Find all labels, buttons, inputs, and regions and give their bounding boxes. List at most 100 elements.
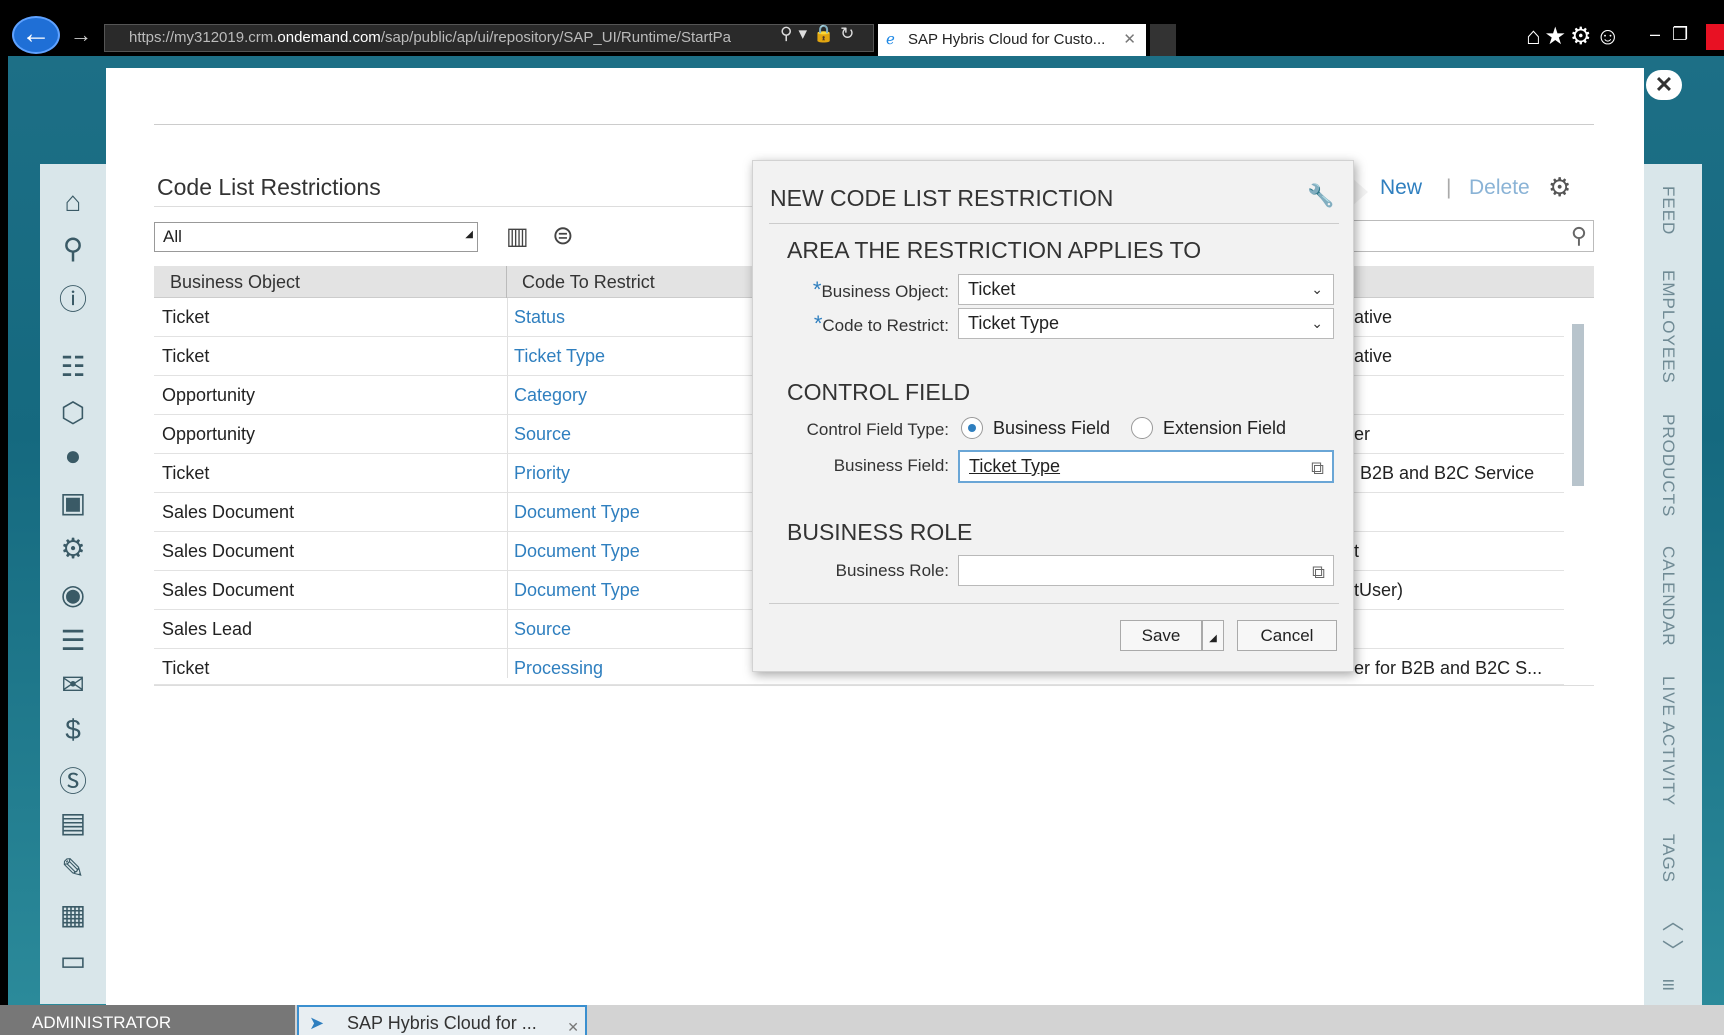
cell-code-link[interactable]: Processing — [514, 658, 603, 679]
chevron-down-icon: ⌄ — [1311, 315, 1323, 331]
page-title: Code List Restrictions — [157, 174, 381, 200]
home-icon[interactable]: ⌂ — [40, 186, 106, 218]
gear-icon[interactable]: ⚙ — [40, 532, 106, 565]
divider — [154, 685, 1594, 686]
org-chart-icon[interactable]: ☷ — [40, 350, 106, 383]
filter-zoom-icon[interactable]: ⊜ — [552, 220, 574, 251]
cancel-button[interactable]: Cancel — [1237, 620, 1337, 651]
save-button[interactable]: Save — [1120, 620, 1202, 651]
cell-extra: tUser) — [1354, 580, 1403, 600]
action-separator: | — [1446, 176, 1452, 199]
new-tab-button[interactable] — [1150, 24, 1176, 56]
search-input[interactable]: ⚲ — [1344, 220, 1594, 252]
business-object-dropdown[interactable]: Ticket ⌄ — [958, 274, 1334, 305]
filter-value: All — [163, 227, 182, 246]
cell-code-link[interactable]: Priority — [514, 463, 570, 484]
new-code-list-restriction-dialog: NEW CODE LIST RESTRICTION 🔧 AREA THE RES… — [752, 160, 1354, 672]
cell-code-link[interactable]: Document Type — [514, 541, 640, 562]
list-icon[interactable]: ≡ — [1662, 972, 1675, 998]
close-task-icon[interactable]: ✕ — [567, 1011, 579, 1035]
value-help-icon[interactable]: ⧉ — [1312, 558, 1325, 587]
close-tab-icon[interactable]: ✕ — [1123, 24, 1136, 56]
value-help-icon[interactable]: ⧉ — [1311, 454, 1324, 483]
dropdown-corner-icon: ◢ — [465, 229, 473, 240]
cell-code-link[interactable]: Source — [514, 619, 571, 640]
forward-arrow-icon[interactable]: → — [70, 22, 92, 48]
dialog-title: NEW CODE LIST RESTRICTION — [770, 185, 1114, 211]
user-circle-icon[interactable]: ◉ — [40, 578, 106, 611]
price-tag-icon[interactable]: ▭ — [40, 944, 106, 977]
right-nav-employees[interactable]: EMPLOYEES — [1658, 270, 1678, 384]
mail-icon[interactable]: ✉ — [40, 668, 106, 701]
taskbar-task-label: SAP Hybris Cloud for ... — [347, 1013, 537, 1033]
person-doc-icon[interactable]: ▤ — [40, 806, 106, 839]
address-bar[interactable]: https://my312019.crm.ondemand.com/sap/pu… — [104, 24, 874, 52]
cell-code-link[interactable]: Ticket Type — [514, 346, 605, 367]
cell-code-link[interactable]: Document Type — [514, 580, 640, 601]
settings-gear-icon[interactable]: ⚙ — [1548, 172, 1571, 203]
table-scrollbar[interactable] — [1572, 324, 1584, 486]
analysis-icon[interactable]: ▣ — [40, 486, 106, 519]
cell-business-object: Opportunity — [162, 385, 256, 405]
extension-field-radio[interactable] — [1131, 417, 1153, 439]
window-controls[interactable]: –❐ — [1650, 24, 1700, 45]
left-nav: ⌂ ⚲ ⓘ ☷ ⬡ ● ▣ ⚙ ◉ ☰ ✉ $ Ⓢ ▤ ✎ ▦ ▭ — [40, 164, 106, 1004]
cell-business-object: Ticket — [162, 307, 210, 327]
chevron-up-icon[interactable]: ︿ — [1662, 904, 1684, 936]
filter-select[interactable]: All ◢ — [154, 222, 478, 252]
dollar-icon[interactable]: Ⓢ — [40, 760, 106, 800]
close-panel-icon[interactable]: ✕ — [1646, 70, 1682, 100]
code-to-restrict-dropdown[interactable]: Ticket Type ⌄ — [958, 308, 1334, 339]
extension-field-radio-label[interactable]: Extension Field — [1163, 418, 1286, 439]
business-object-label: *Business Object: — [783, 277, 949, 303]
play-arrow-icon: ➤ — [309, 1013, 325, 1033]
columns-icon[interactable]: ▥ — [506, 222, 529, 251]
search-icon[interactable]: ⚲ — [40, 232, 106, 265]
cell-code-link[interactable]: Source — [514, 424, 571, 445]
wrench-icon[interactable]: 🔧 — [1307, 183, 1334, 209]
address-bar-icons[interactable]: ⚲▾🔒↻ — [780, 24, 860, 44]
url-prefix: https://my312019.crm. — [129, 29, 278, 46]
delete-button[interactable]: Delete — [1469, 176, 1530, 200]
circle-icon[interactable]: ● — [40, 440, 106, 472]
save-options-icon[interactable]: ◢ — [1202, 620, 1224, 651]
business-field-input[interactable]: Ticket Type ⧉ — [958, 450, 1334, 483]
business-field-radio-label[interactable]: Business Field — [993, 418, 1110, 439]
business-field-label: Business Field: — [833, 456, 949, 475]
business-object-label-text: Business Object: — [821, 282, 949, 301]
browser-tab-title: SAP Hybris Cloud for Custo... — [908, 31, 1106, 48]
taskbar-task[interactable]: ➤ SAP Hybris Cloud for ... ✕ — [297, 1005, 587, 1035]
right-nav-feed[interactable]: FEED — [1658, 186, 1678, 235]
browser-tab[interactable]: ℯ SAP Hybris Cloud for Custo... ✕ — [878, 24, 1146, 56]
user-list-icon[interactable]: ☰ — [40, 624, 106, 657]
cell-business-object: Sales Document — [162, 502, 295, 522]
right-nav-products[interactable]: PRODUCTS — [1658, 414, 1678, 517]
cell-business-object: Ticket — [162, 463, 210, 483]
back-arrow-icon[interactable]: ← — [12, 16, 60, 54]
cell-code-link[interactable]: Status — [514, 307, 565, 328]
divider — [154, 124, 1594, 125]
chevron-down-icon[interactable]: ﹀ — [1662, 934, 1684, 966]
right-nav-live-activity[interactable]: LIVE ACTIVITY — [1658, 676, 1678, 806]
column-header-business-object[interactable]: Business Object — [170, 272, 300, 293]
business-role-input[interactable]: ⧉ — [958, 555, 1334, 586]
cube-icon[interactable]: ⬡ — [40, 396, 106, 429]
alert-icon[interactable]: ⓘ — [40, 278, 106, 318]
cell-code-link[interactable]: Document Type — [514, 502, 640, 523]
cell-extra: B2B and B2C Service — [1360, 463, 1535, 483]
url-domain: ondemand.com — [277, 29, 381, 46]
user-name[interactable]: ADMINISTRATOR — [0, 1005, 295, 1035]
right-nav-calendar[interactable]: CALENDAR — [1658, 546, 1678, 647]
cell-code-link[interactable]: Category — [514, 385, 587, 406]
edit-doc-icon[interactable]: ✎ — [40, 852, 106, 885]
window-close-button[interactable] — [1706, 24, 1724, 50]
money-in-icon[interactable]: $ — [40, 714, 106, 746]
calendar-grid-icon[interactable]: ▦ — [40, 898, 106, 931]
column-header-code-to-restrict[interactable]: Code To Restrict — [522, 272, 655, 293]
new-button[interactable]: New — [1380, 176, 1422, 200]
right-nav-tags[interactable]: TAGS — [1658, 834, 1678, 883]
browser-toolbar-icons[interactable]: ⌂★⚙☺ — [1526, 22, 1624, 51]
cell-extra: ative — [1354, 346, 1393, 366]
business-object-value: Ticket — [968, 279, 1016, 299]
business-field-radio[interactable] — [961, 417, 983, 439]
